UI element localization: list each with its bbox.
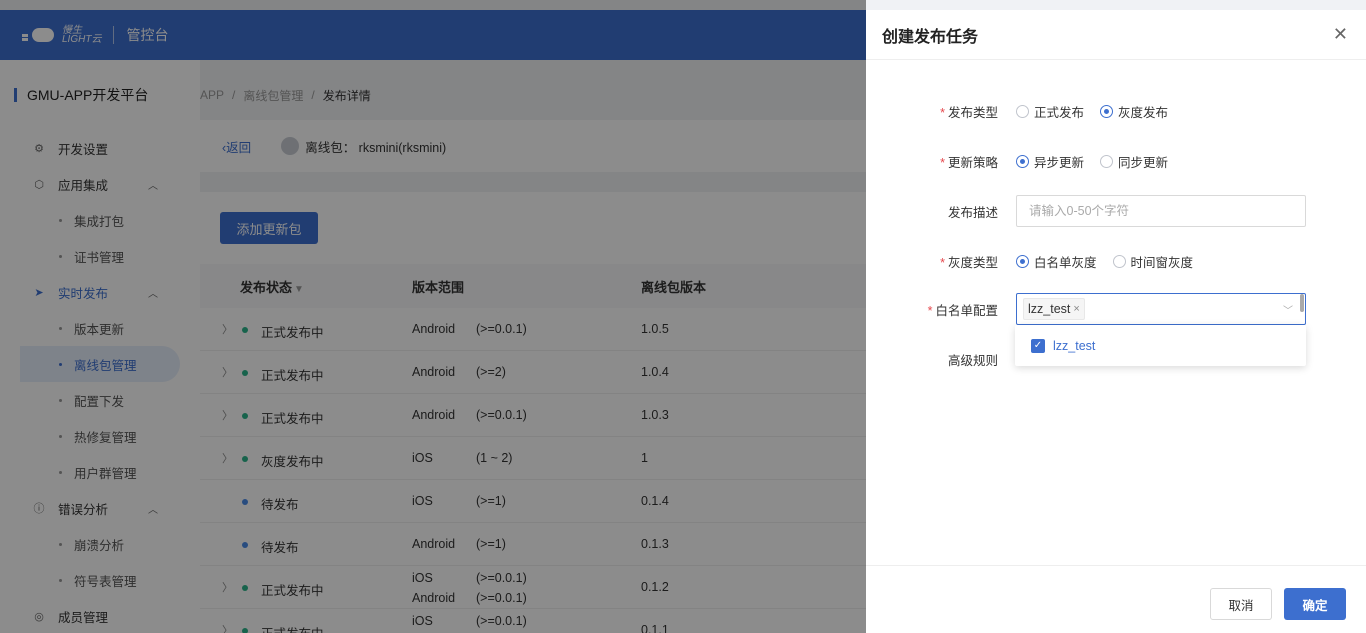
drawer-footer: 取消 确定 [866, 565, 1366, 633]
whitelist-dropdown-option[interactable]: ✓ lzz_test [1015, 325, 1306, 366]
whitelist-select[interactable]: lzz_test × ﹀ [1016, 293, 1306, 325]
radio-icon [1112, 254, 1126, 268]
radio-sync-update[interactable]: 同步更新 [1100, 152, 1168, 171]
radio-formal-release[interactable]: 正式发布 [1016, 102, 1084, 121]
create-release-drawer: 创建发布任务 ✕ * 发布类型 正式发布 灰度发布 * 更新策略 异步更新 同步更新… [866, 10, 1366, 633]
drawer-title: 创建发布任务 [882, 28, 979, 46]
radio-checked-icon [1016, 154, 1029, 168]
selected-tag: lzz_test × [1023, 298, 1085, 320]
radio-whitelist-gray[interactable]: 白名单灰度 [1016, 252, 1097, 271]
radio-icon [1100, 154, 1114, 168]
update-strategy-label: 更新策略 [947, 155, 998, 170]
release-type-label: 发布类型 [947, 105, 998, 120]
drawer-header: 创建发布任务 ✕ [866, 10, 1366, 60]
checkbox-checked-icon[interactable]: ✓ [1031, 338, 1045, 353]
form-row-whitelist: * 白名单配置 lzz_test × ﹀ [866, 293, 1366, 325]
cancel-button[interactable]: 取消 [1210, 588, 1272, 620]
gray-type-label: 灰度类型 [947, 255, 998, 270]
description-input[interactable] [1016, 195, 1306, 227]
radio-gray-release[interactable]: 灰度发布 [1100, 102, 1168, 121]
radio-timewindow-gray[interactable]: 时间窗灰度 [1112, 252, 1193, 271]
form-row-gray-type: * 灰度类型 白名单灰度 时间窗灰度 [866, 245, 1366, 277]
form-row-release-type: * 发布类型 正式发布 灰度发布 [866, 95, 1366, 127]
scrollbar[interactable] [1300, 294, 1304, 312]
chevron-down-icon: ﹀ [1283, 306, 1293, 317]
description-label: 发布描述 [947, 205, 998, 220]
form-row-description: 发布描述 [866, 195, 1366, 227]
tag-close-icon[interactable]: × [1073, 303, 1079, 315]
radio-async-update[interactable]: 异步更新 [1016, 152, 1084, 171]
modal-mask[interactable] [0, 0, 866, 633]
form-row-update-strategy: * 更新策略 异步更新 同步更新 [866, 145, 1366, 177]
close-icon[interactable]: ✕ [1333, 24, 1348, 45]
confirm-button[interactable]: 确定 [1284, 588, 1346, 620]
advanced-rules-label: 高级规则 [947, 353, 998, 368]
radio-checked-icon [1100, 104, 1114, 118]
radio-icon [1016, 104, 1029, 118]
radio-checked-icon [1016, 254, 1029, 268]
whitelist-label: 白名单配置 [935, 303, 998, 318]
